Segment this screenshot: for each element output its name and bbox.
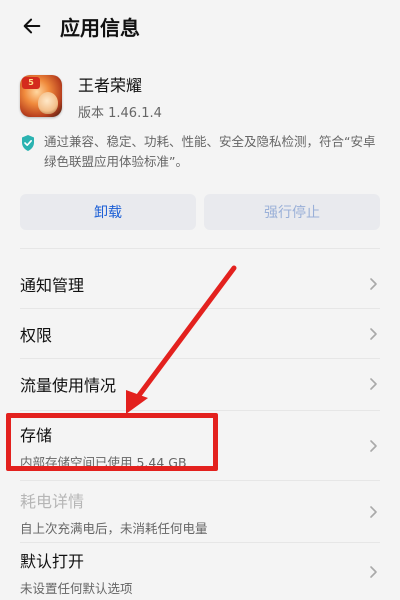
app-icon: 5 — [20, 75, 62, 117]
row-divider — [20, 410, 380, 411]
app-icon-badge: 5 — [22, 77, 40, 89]
section-divider — [20, 248, 380, 249]
settings-item-label: 流量使用情况 — [20, 376, 117, 395]
chevron-right-icon — [370, 440, 377, 452]
back-arrow-icon — [23, 18, 41, 34]
settings-item-subtitle: 未设置任何默认选项 — [20, 580, 133, 596]
app-version: 版本 1.46.1.4 — [78, 105, 162, 121]
certification-text: 通过兼容、稳定、功耗、性能、安全及隐私检测，符合“安卓绿色联盟应用体验标准”。 — [44, 134, 376, 169]
app-summary: 5 王者荣耀 版本 1.46.1.4 — [20, 68, 380, 124]
settings-item-text: 默认打开 未设置任何默认选项 — [20, 548, 133, 597]
row-divider — [20, 358, 380, 359]
settings-item-permissions[interactable]: 权限 — [20, 314, 380, 354]
chevron-right-icon — [370, 328, 377, 340]
settings-item-notifications[interactable]: 通知管理 — [20, 264, 380, 304]
top-bar: 应用信息 — [0, 0, 400, 52]
page-title: 应用信息 — [60, 15, 140, 40]
chevron-right-icon — [370, 506, 377, 518]
back-button[interactable] — [10, 0, 54, 52]
app-name: 王者荣耀 — [78, 75, 143, 95]
chevron-right-icon — [370, 566, 377, 578]
row-divider — [20, 308, 380, 309]
row-divider — [20, 480, 380, 481]
settings-item-label: 通知管理 — [20, 276, 85, 295]
action-buttons: 卸载 强行停止 — [20, 194, 380, 230]
certification-note: 通过兼容、稳定、功耗、性能、安全及隐私检测，符合“安卓绿色联盟应用体验标准”。 — [20, 132, 380, 172]
force-stop-button[interactable]: 强行停止 — [204, 194, 380, 230]
settings-item-subtitle: 自上次充满电后，未消耗任何电量 — [20, 520, 208, 536]
settings-item-text: 耗电详情 自上次充满电后，未消耗任何电量 — [20, 488, 208, 537]
settings-item-default-open[interactable]: 默认打开 未设置任何默认选项 — [20, 548, 380, 596]
settings-item-data-usage[interactable]: 流量使用情况 — [20, 364, 380, 404]
settings-item-battery[interactable]: 耗电详情 自上次充满电后，未消耗任何电量 — [20, 486, 380, 538]
settings-item-label: 耗电详情 — [20, 491, 85, 511]
uninstall-button[interactable]: 卸载 — [20, 194, 196, 230]
app-meta: 王者荣耀 版本 1.46.1.4 — [78, 72, 162, 121]
settings-item-label: 权限 — [20, 326, 53, 345]
row-divider — [20, 542, 380, 543]
chevron-right-icon — [370, 378, 377, 390]
settings-item-label: 默认打开 — [20, 551, 85, 571]
chevron-right-icon — [370, 278, 377, 290]
annotation-highlight-box — [6, 413, 218, 471]
shield-check-icon — [22, 135, 34, 151]
app-icon-face — [38, 92, 58, 114]
